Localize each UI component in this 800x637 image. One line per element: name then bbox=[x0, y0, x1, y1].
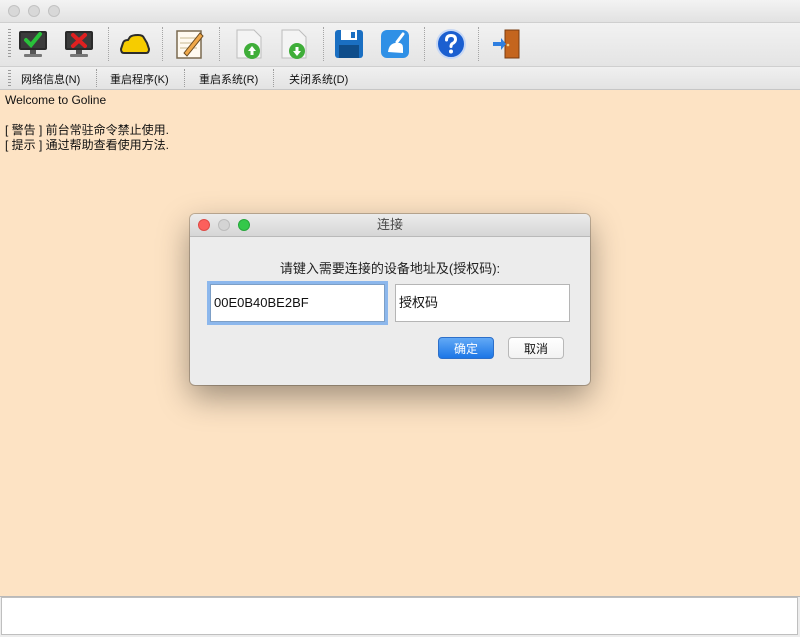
toolbar-grip bbox=[8, 29, 11, 59]
minimize-window-button[interactable] bbox=[28, 5, 40, 17]
command-input[interactable] bbox=[1, 597, 798, 635]
menu-restart-system[interactable]: 重启系统(R) bbox=[199, 71, 258, 87]
toolbar-separator bbox=[323, 27, 325, 61]
connect-check-monitor-icon bbox=[19, 31, 47, 57]
window-titlebar bbox=[0, 0, 800, 23]
disconnect-button[interactable] bbox=[62, 27, 96, 61]
yellow-cloud-icon bbox=[119, 33, 151, 54]
help-question-icon bbox=[436, 29, 466, 59]
cancel-button[interactable]: 取消 bbox=[508, 337, 564, 359]
menu-shutdown-system[interactable]: 关闭系统(D) bbox=[289, 71, 348, 87]
toolbar-separator bbox=[424, 27, 426, 61]
menu-network-info[interactable]: 网络信息(N) bbox=[21, 71, 80, 87]
dialog-zoom-button[interactable] bbox=[238, 219, 250, 231]
device-address-input[interactable]: 00E0B40BE2BF bbox=[210, 284, 385, 322]
download-page-icon bbox=[281, 29, 307, 59]
menu-separator bbox=[273, 69, 275, 87]
menu-bar: 网络信息(N) 重启程序(K) 重启系统(R) 关闭系统(D) bbox=[0, 67, 800, 90]
upload-button[interactable] bbox=[232, 27, 266, 61]
clean-brush-icon bbox=[381, 30, 409, 58]
dialog-close-button[interactable] bbox=[198, 219, 210, 231]
console-line: [ 提示 ] 通过帮助查看使用方法. bbox=[5, 138, 170, 152]
menubar-grip bbox=[8, 70, 11, 86]
zoom-window-button[interactable] bbox=[48, 5, 60, 17]
clean-button[interactable] bbox=[378, 27, 412, 61]
toolbar bbox=[0, 23, 800, 67]
help-button[interactable] bbox=[434, 27, 468, 61]
save-floppy-icon bbox=[335, 30, 363, 58]
dialog-title: 连接 bbox=[376, 217, 403, 232]
save-button[interactable] bbox=[332, 27, 366, 61]
menu-restart-program[interactable]: 重启程序(K) bbox=[110, 71, 169, 87]
dialog-minimize-button bbox=[218, 219, 230, 231]
dialog-titlebar: 连接 bbox=[190, 214, 590, 237]
disconnect-x-monitor-icon bbox=[65, 31, 93, 57]
edit-button[interactable] bbox=[172, 27, 206, 61]
toolbar-separator bbox=[108, 27, 110, 61]
download-button[interactable] bbox=[277, 27, 311, 61]
exit-button[interactable] bbox=[490, 27, 524, 61]
upload-page-icon bbox=[236, 29, 262, 59]
ok-button[interactable]: 确定 bbox=[438, 337, 494, 359]
edit-notepad-icon bbox=[176, 30, 204, 59]
toolbar-separator bbox=[219, 27, 221, 61]
dialog-prompt: 请键入需要连接的设备地址及(授权码): bbox=[279, 261, 501, 276]
cloud-button[interactable] bbox=[118, 27, 152, 61]
menu-separator bbox=[184, 69, 186, 87]
menu-separator bbox=[96, 69, 98, 87]
console-line: Welcome to Goline bbox=[5, 93, 107, 107]
auth-code-input[interactable]: 授权码 bbox=[395, 284, 570, 322]
close-window-button[interactable] bbox=[8, 5, 20, 17]
connect-button[interactable] bbox=[16, 27, 50, 61]
connect-dialog: 连接 请键入需要连接的设备地址及(授权码): 00E0B40BE2BF 授权码 … bbox=[190, 214, 590, 385]
toolbar-separator bbox=[162, 27, 164, 61]
exit-door-icon bbox=[493, 29, 520, 59]
toolbar-separator bbox=[478, 27, 480, 61]
